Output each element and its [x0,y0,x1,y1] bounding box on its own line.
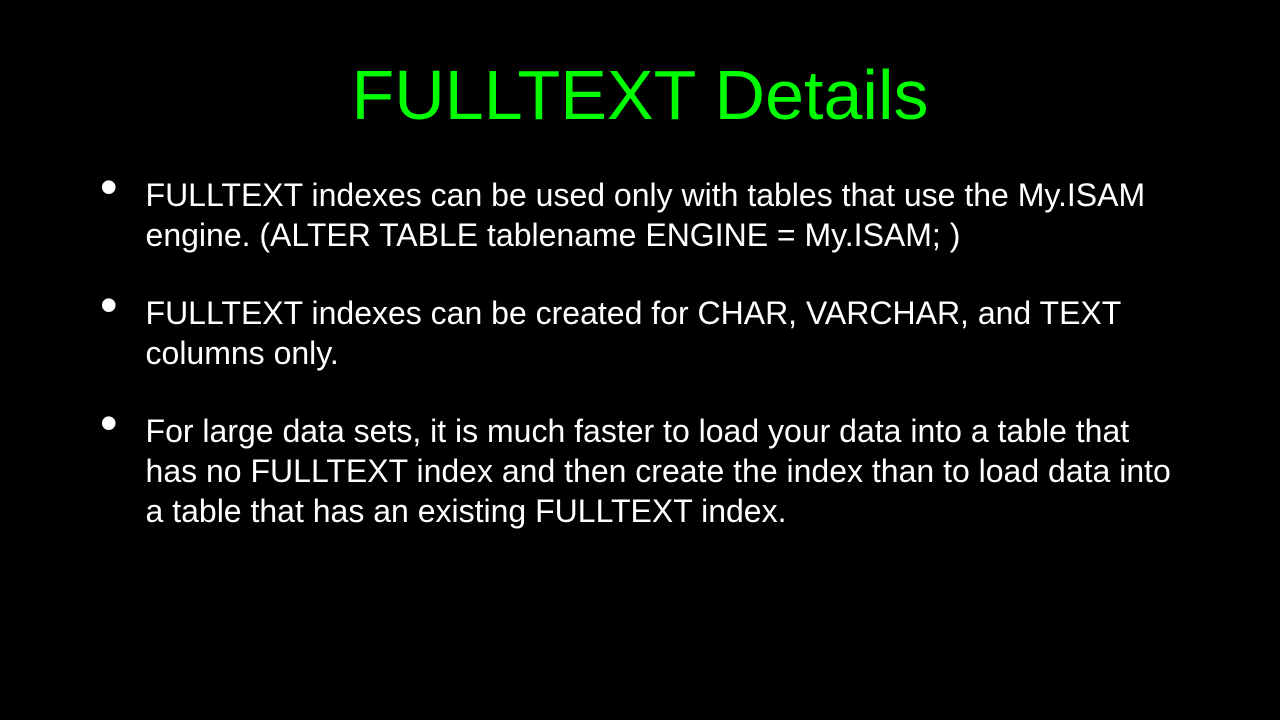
list-item: • FULLTEXT indexes can be used only with… [100,175,1180,255]
bullet-text: For large data sets, it is much faster t… [146,411,1180,531]
bullet-text: FULLTEXT indexes can be created for CHAR… [146,293,1180,373]
slide-container: FULLTEXT Details • FULLTEXT indexes can … [0,0,1280,720]
bullet-text: FULLTEXT indexes can be used only with t… [146,175,1180,255]
bullet-icon: • [100,411,118,436]
bullet-icon: • [100,293,118,318]
list-item: • For large data sets, it is much faster… [100,411,1180,531]
bullet-icon: • [100,175,118,200]
slide-title: FULLTEXT Details [0,0,1280,175]
bullet-list: • FULLTEXT indexes can be used only with… [0,175,1280,531]
list-item: • FULLTEXT indexes can be created for CH… [100,293,1180,373]
